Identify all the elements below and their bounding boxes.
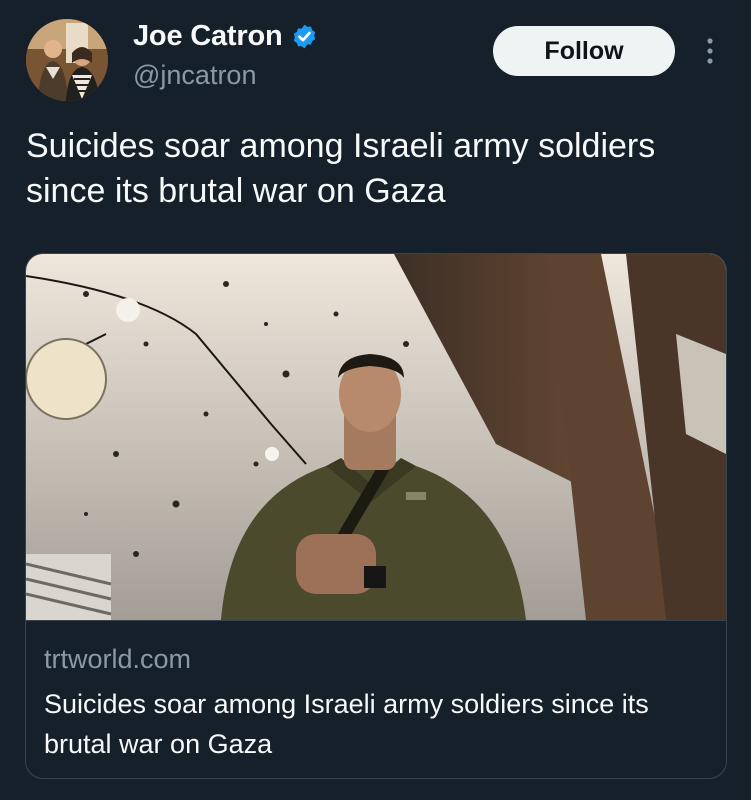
author-name-row[interactable]: Joe Catron	[133, 20, 318, 53]
follow-button[interactable]: Follow	[493, 26, 675, 76]
tweet-text: Suicides soar among Israeli army soldier…	[26, 127, 656, 210]
more-vertical-icon[interactable]	[700, 36, 720, 66]
profile-photo	[26, 19, 108, 101]
author-name[interactable]: Joe Catron	[133, 20, 283, 53]
link-card[interactable]: trtworld.com Suicides soar among Israeli…	[25, 253, 727, 779]
soldier-photo[interactable]	[26, 254, 726, 621]
card-title: Suicides soar among Israeli army soldier…	[44, 689, 649, 759]
card-domain: trtworld.com	[44, 644, 192, 674]
author-handle[interactable]: @jncatron	[133, 60, 256, 91]
avatar[interactable]	[26, 19, 108, 101]
verified-badge-icon	[294, 24, 316, 49]
